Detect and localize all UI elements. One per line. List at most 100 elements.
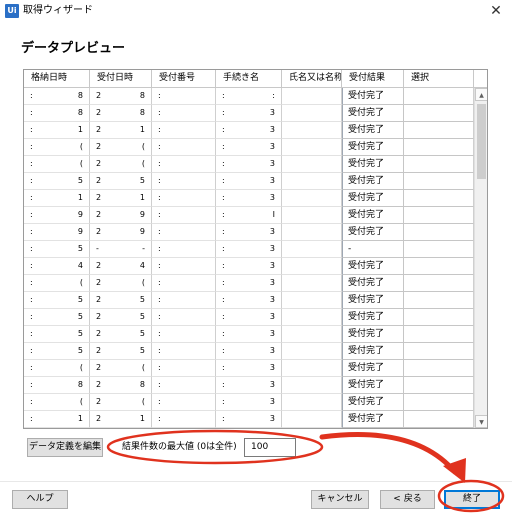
table-cell[interactable]: :3 [216, 377, 282, 394]
table-cell[interactable]: : [152, 326, 216, 343]
table-cell[interactable]: : [152, 173, 216, 190]
select-cell[interactable] [404, 122, 474, 139]
scroll-up-arrow-icon[interactable]: ▲ [475, 88, 487, 101]
table-cell[interactable] [282, 360, 342, 377]
table-row[interactable]: :8 2 8::3 受付完了 [24, 105, 474, 122]
select-cell[interactable] [404, 411, 474, 428]
result-cell[interactable]: 受付完了 [342, 207, 404, 224]
table-cell[interactable]: : [152, 139, 216, 156]
result-cell[interactable]: - [342, 241, 404, 258]
table-cell[interactable]: 2( [90, 275, 152, 292]
result-cell[interactable]: 受付完了 [342, 394, 404, 411]
table-cell[interactable]: :3 [216, 326, 282, 343]
table-row[interactable]: :(2(::3 受付完了 [24, 275, 474, 292]
table-cell[interactable]: 28 [90, 105, 152, 122]
table-cell[interactable] [282, 377, 342, 394]
table-cell[interactable]: :9 [24, 224, 90, 241]
select-cell[interactable] [404, 309, 474, 326]
result-cell[interactable]: 受付完了 [342, 224, 404, 241]
result-cell[interactable]: 受付完了 [342, 343, 404, 360]
table-cell[interactable] [282, 122, 342, 139]
table-cell[interactable]: :8 [24, 105, 90, 122]
table-cell[interactable]: 28 [90, 88, 152, 105]
table-cell[interactable]: : [152, 190, 216, 207]
table-row[interactable]: :8 2 8::: 受付完了 [24, 88, 474, 105]
table-cell[interactable]: :3 [216, 224, 282, 241]
table-cell[interactable]: 29 [90, 207, 152, 224]
table-cell[interactable] [282, 275, 342, 292]
result-cell[interactable]: 受付完了 [342, 411, 404, 428]
table-cell[interactable]: 2( [90, 360, 152, 377]
table-row[interactable]: :5 2 5::3 受付完了 [24, 309, 474, 326]
table-cell[interactable]: : [152, 275, 216, 292]
result-cell[interactable]: 受付完了 [342, 275, 404, 292]
select-cell[interactable] [404, 173, 474, 190]
table-cell[interactable]: : [152, 241, 216, 258]
result-cell[interactable]: 受付完了 [342, 309, 404, 326]
select-cell[interactable] [404, 275, 474, 292]
table-row[interactable]: :9 2 9:: I 受付完了 [24, 207, 474, 224]
table-cell[interactable] [282, 156, 342, 173]
table-cell[interactable]: : [152, 88, 216, 105]
table-cell[interactable]: : [152, 377, 216, 394]
table-cell[interactable]: :3 [216, 173, 282, 190]
result-cell[interactable]: 受付完了 [342, 292, 404, 309]
select-cell[interactable] [404, 88, 474, 105]
table-cell[interactable]: :1 [24, 411, 90, 428]
table-row[interactable]: :(2(::3 受付完了 [24, 394, 474, 411]
table-cell[interactable]: :5 [24, 173, 90, 190]
column-header-0[interactable]: 格納日時 [24, 70, 90, 88]
table-cell[interactable]: : [152, 360, 216, 377]
table-cell[interactable]: 25 [90, 292, 152, 309]
table-row[interactable]: :5 2 5::3 受付完了 [24, 173, 474, 190]
table-cell[interactable]: 21 [90, 122, 152, 139]
table-cell[interactable] [282, 105, 342, 122]
select-cell[interactable] [404, 360, 474, 377]
table-cell[interactable]: :( [24, 156, 90, 173]
table-cell[interactable]: 25 [90, 326, 152, 343]
scroll-down-arrow-icon[interactable]: ▼ [475, 415, 487, 428]
table-cell[interactable]: 21 [90, 411, 152, 428]
table-row[interactable]: :5 2 5::3 受付完了 [24, 292, 474, 309]
finish-button[interactable]: 終了 [444, 490, 500, 509]
table-row[interactable]: :1 2 1::3 受付完了 [24, 411, 474, 428]
result-cell[interactable]: 受付完了 [342, 139, 404, 156]
select-cell[interactable] [404, 394, 474, 411]
select-cell[interactable] [404, 258, 474, 275]
select-cell[interactable] [404, 224, 474, 241]
table-row[interactable]: :(2(::3 受付完了 [24, 139, 474, 156]
select-cell[interactable] [404, 241, 474, 258]
result-cell[interactable]: 受付完了 [342, 88, 404, 105]
table-cell[interactable]: :3 [216, 156, 282, 173]
table-cell[interactable]: :5 [24, 292, 90, 309]
table-cell[interactable] [282, 309, 342, 326]
table-cell[interactable]: 21 [90, 190, 152, 207]
table-cell[interactable]: :1 [24, 122, 90, 139]
table-cell[interactable] [282, 207, 342, 224]
table-cell[interactable]: 25 [90, 309, 152, 326]
table-cell[interactable]: :3 [216, 275, 282, 292]
select-cell[interactable] [404, 139, 474, 156]
table-cell[interactable]: :3 [216, 343, 282, 360]
table-row[interactable]: :1 2 1::3 受付完了 [24, 122, 474, 139]
table-cell[interactable]: :3 [216, 241, 282, 258]
table-cell[interactable] [282, 258, 342, 275]
table-cell[interactable]: : [152, 207, 216, 224]
cancel-button[interactable]: キャンセル [311, 490, 369, 509]
table-row[interactable]: :4 2 4::3 受付完了 [24, 258, 474, 275]
table-cell[interactable]: :3 [216, 190, 282, 207]
result-cell[interactable]: 受付完了 [342, 377, 404, 394]
table-cell[interactable]: :: [216, 88, 282, 105]
select-cell[interactable] [404, 105, 474, 122]
result-cell[interactable]: 受付完了 [342, 360, 404, 377]
table-cell[interactable]: : [152, 411, 216, 428]
table-cell[interactable]: 24 [90, 258, 152, 275]
table-cell[interactable]: :( [24, 139, 90, 156]
table-cell[interactable]: :5 [24, 326, 90, 343]
table-cell[interactable]: :3 [216, 411, 282, 428]
column-header-6[interactable]: 選択 [404, 70, 474, 88]
table-cell[interactable]: 2( [90, 139, 152, 156]
table-cell[interactable]: : [152, 343, 216, 360]
table-cell[interactable]: :8 [24, 377, 90, 394]
table-cell[interactable]: : [152, 224, 216, 241]
